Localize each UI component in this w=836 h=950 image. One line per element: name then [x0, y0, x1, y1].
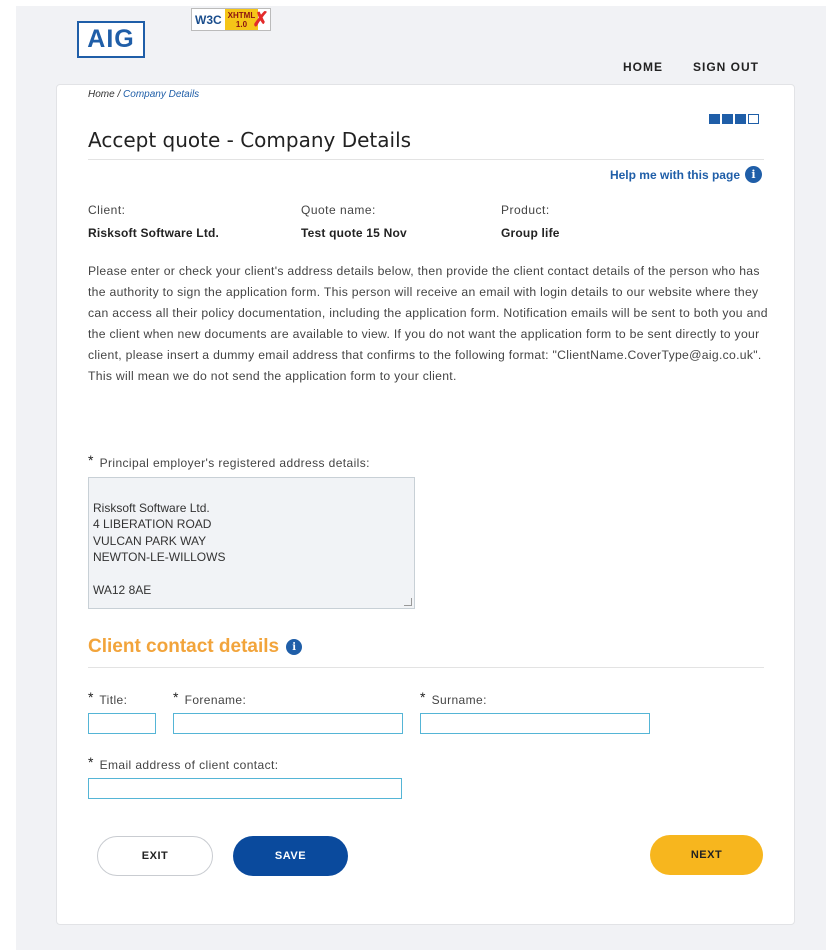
required-mark: * [173, 689, 179, 705]
xhtml-label-top: XHTML [227, 10, 256, 20]
help-link[interactable]: Help me with this page i [610, 166, 762, 183]
title-input[interactable] [88, 713, 156, 734]
save-button[interactable]: SAVE [233, 836, 348, 876]
aig-logo[interactable]: AIG [77, 21, 145, 58]
nav-sign-out-link[interactable]: SIGN OUT [693, 60, 759, 74]
email-label-text: Email address of client contact: [99, 758, 279, 772]
surname-label-text: Surname: [431, 693, 487, 707]
title-label-text: Title: [99, 693, 128, 707]
forename-input[interactable] [173, 713, 403, 734]
address-label-text: Principal employer's registered address … [99, 456, 370, 470]
top-nav: HOME SIGN OUT [623, 60, 759, 74]
forename-label-text: Forename: [184, 693, 247, 707]
required-mark: * [88, 754, 94, 770]
forename-field-label: * Forename: [173, 689, 246, 707]
page-title: Accept quote - Company Details [88, 128, 412, 152]
quote-name-value: Test quote 15 Nov [301, 226, 407, 240]
section-divider [88, 667, 764, 668]
exit-button[interactable]: EXIT [97, 836, 213, 876]
nav-home-link[interactable]: HOME [623, 60, 663, 74]
required-mark: * [88, 689, 94, 705]
w3c-xhtml-badge: W3C XHTML 1.0 ✗ [191, 8, 271, 31]
product-info: Product: Group life [501, 203, 560, 240]
required-mark: * [88, 452, 94, 468]
info-icon: i [745, 166, 762, 183]
breadcrumb-home[interactable]: Home [88, 89, 115, 100]
email-input[interactable] [88, 778, 402, 799]
product-value: Group life [501, 226, 560, 240]
intro-paragraph: Please enter or check your client's addr… [88, 264, 768, 383]
step-progress-indicator [709, 114, 759, 124]
breadcrumb-separator: / [114, 89, 124, 100]
quote-name-info: Quote name: Test quote 15 Nov [301, 203, 407, 240]
progress-step-complete [735, 114, 746, 124]
email-field-label: * Email address of client contact: [88, 754, 278, 772]
surname-input[interactable] [420, 713, 650, 734]
w3c-text: W3C [195, 12, 222, 27]
client-contact-title-text: Client contact details [88, 636, 280, 657]
progress-step-complete [722, 114, 733, 124]
title-field-label: * Title: [88, 689, 127, 707]
info-icon[interactable]: i [286, 639, 303, 655]
breadcrumb: Home / Company Details [88, 89, 199, 100]
next-button[interactable]: NEXT [650, 835, 763, 875]
address-textarea[interactable]: Risksoft Software Ltd. 4 LIBERATION ROAD… [88, 477, 415, 609]
quote-name-label: Quote name: [301, 203, 376, 217]
breadcrumb-current: Company Details [123, 89, 200, 100]
resize-handle-icon[interactable] [404, 598, 412, 606]
client-label: Client: [88, 203, 126, 217]
surname-field-label: * Surname: [420, 689, 487, 707]
client-value: Risksoft Software Ltd. [88, 226, 220, 240]
product-label: Product: [501, 203, 550, 217]
required-mark: * [420, 689, 426, 705]
client-info: Client: Risksoft Software Ltd. [88, 203, 219, 240]
xhtml-label-version: 1.0 [235, 19, 248, 29]
help-link-label: Help me with this page [609, 167, 740, 182]
address-label: * Principal employer's registered addres… [88, 452, 370, 470]
progress-step-incomplete [748, 114, 759, 124]
invalid-cross-icon: ✗ [252, 8, 269, 31]
address-value: Risksoft Software Ltd. 4 LIBERATION ROAD… [93, 500, 226, 598]
title-divider [88, 159, 764, 160]
progress-step-complete [709, 114, 720, 124]
client-contact-section-title: Client contact details i [88, 636, 303, 658]
